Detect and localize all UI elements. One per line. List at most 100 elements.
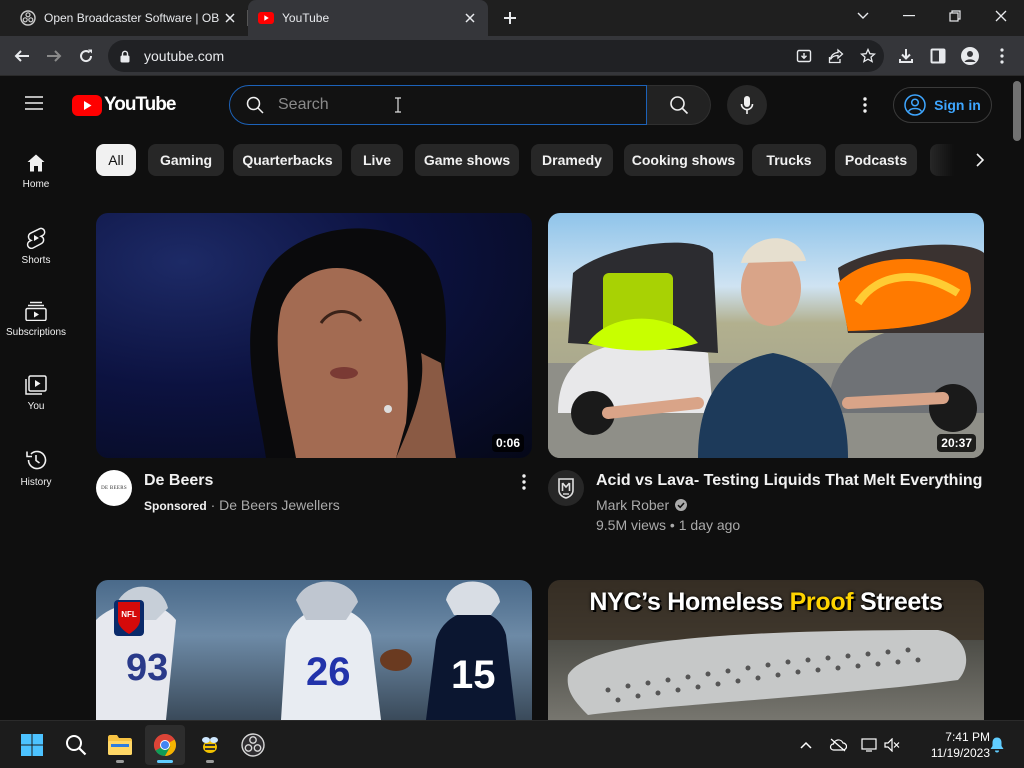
restore-button[interactable] <box>932 0 978 32</box>
sign-in-button[interactable]: Sign in <box>893 87 992 123</box>
search-icon <box>669 96 688 115</box>
side-panel-icon[interactable] <box>924 42 952 70</box>
address-bar[interactable]: youtube.com <box>108 40 884 72</box>
bookmark-star-icon[interactable] <box>852 42 884 70</box>
sidebar-item-shorts[interactable]: Shorts <box>0 207 72 277</box>
app-taskbar-button[interactable] <box>190 725 230 765</box>
filter-chip-bar: All Gaming Quarterbacks Live Game shows … <box>96 144 964 176</box>
sidebar-item-label: Home <box>22 179 50 190</box>
windows-logo-icon <box>21 734 43 756</box>
search-box[interactable] <box>229 85 647 125</box>
chip-podcasts[interactable]: Podcasts <box>835 144 917 176</box>
chrome-menu-icon[interactable] <box>988 42 1016 70</box>
network-icon[interactable] <box>858 721 882 768</box>
windows-taskbar: 7:41 PM 11/19/2023 <box>0 720 1024 768</box>
chrome-taskbar-button[interactable] <box>145 725 185 765</box>
ad-meta: Sponsored · De Beers Jewellers <box>144 497 340 513</box>
video-thumbnail[interactable]: 20:37 <box>548 213 984 458</box>
new-tab-button[interactable] <box>498 6 522 30</box>
taskbar-search-button[interactable] <box>56 725 96 765</box>
chip-all[interactable]: All <box>96 144 136 176</box>
home-icon <box>27 154 45 172</box>
youtube-logo-icon <box>72 94 102 116</box>
youtube-logo[interactable]: YouTube <box>72 93 176 117</box>
sidebar-item-home[interactable]: Home <box>0 133 72 203</box>
chips-next-button[interactable] <box>964 144 996 176</box>
downloads-icon[interactable] <box>892 42 920 70</box>
obs-taskbar-button[interactable] <box>233 725 273 765</box>
video-title[interactable]: De Beers <box>144 472 213 490</box>
video-thumbnail[interactable]: NYC’s Homeless Proof Streets <box>548 580 984 720</box>
tab-title: YouTube <box>282 11 330 25</box>
close-tab-icon[interactable] <box>460 8 480 28</box>
logo-wordmark: YouTube <box>104 94 176 115</box>
minimize-button[interactable] <box>886 0 932 32</box>
sidebar-item-history[interactable]: History <box>0 429 72 499</box>
share-icon[interactable] <box>820 42 852 70</box>
forward-button[interactable] <box>40 42 68 70</box>
show-hidden-icons-icon[interactable] <box>796 721 816 768</box>
avatar-text: DE BEERS <box>101 485 127 491</box>
nfl-logo-text: NFL <box>121 610 137 619</box>
file-explorer-button[interactable] <box>100 725 140 765</box>
advertiser-name[interactable]: De Beers Jewellers <box>219 497 340 513</box>
cloud-offline-icon[interactable] <box>826 721 850 768</box>
youtube-icon <box>258 10 274 26</box>
url-text[interactable]: youtube.com <box>144 48 788 64</box>
video-stats: 9.5M views • 1 day ago <box>596 517 741 533</box>
chip-quarterbacks[interactable]: Quarterbacks <box>233 144 342 176</box>
chip-dramedy[interactable]: Dramedy <box>531 144 613 176</box>
search-button[interactable] <box>647 85 711 125</box>
lock-icon[interactable] <box>120 50 134 63</box>
sidebar-item-label: You <box>27 401 45 412</box>
thumbnail-image <box>548 238 984 458</box>
chip-cooking-shows[interactable]: Cooking shows <box>624 144 743 176</box>
running-indicator <box>116 760 124 763</box>
chip-live[interactable]: Live <box>351 144 403 176</box>
sidebar-item-label: Subscriptions <box>5 327 67 338</box>
channel-name[interactable]: Mark Rober <box>596 497 669 513</box>
install-app-icon[interactable] <box>788 42 820 70</box>
running-indicator <box>206 760 214 763</box>
search-icon <box>246 96 266 114</box>
start-button[interactable] <box>12 725 52 765</box>
voice-search-button[interactable] <box>727 85 767 125</box>
sidebar-item-subscriptions[interactable]: Subscriptions <box>0 281 72 351</box>
tab-search-icon[interactable] <box>840 0 886 32</box>
close-window-button[interactable] <box>978 0 1024 32</box>
meta-separator: · <box>210 497 216 513</box>
volume-muted-icon[interactable] <box>882 721 902 768</box>
video-title[interactable]: Acid vs Lava- Testing Liquids That Melt … <box>596 472 982 490</box>
back-button[interactable] <box>8 42 36 70</box>
video-thumbnail[interactable]: 0:06 <box>96 213 532 458</box>
bee-app-icon <box>202 737 218 753</box>
sidebar-item-you[interactable]: You <box>0 355 72 425</box>
channel-row: Mark Rober <box>596 497 688 513</box>
chip-gaming[interactable]: Gaming <box>148 144 224 176</box>
tab-obs[interactable]: Open Broadcaster Software | OBS <box>0 0 248 36</box>
tab-youtube[interactable]: YouTube <box>248 0 488 36</box>
chip-trucks[interactable]: Trucks <box>752 144 826 176</box>
text-cursor-icon <box>394 97 402 113</box>
youtube-header: YouTube Sign in <box>0 77 1010 133</box>
more-actions-icon[interactable] <box>514 472 534 492</box>
chip-game-shows[interactable]: Game shows <box>415 144 519 176</box>
page-scrollbar[interactable] <box>1010 77 1024 720</box>
channel-avatar[interactable] <box>548 470 584 506</box>
system-clock[interactable]: 7:41 PM 11/19/2023 <box>906 729 990 761</box>
scrollbar-thumb[interactable] <box>1013 81 1021 141</box>
notification-bell-icon[interactable] <box>986 721 1008 768</box>
video-thumbnail[interactable]: NFL 93 26 15 <box>96 580 532 720</box>
sign-in-label: Sign in <box>934 97 981 113</box>
channel-avatar[interactable]: DE BEERS <box>96 470 132 506</box>
menu-icon[interactable] <box>24 95 48 115</box>
browser-toolbar: youtube.com <box>0 36 1024 76</box>
video-duration: 20:37 <box>937 434 976 452</box>
sponsored-label: Sponsored <box>144 499 207 513</box>
search-input[interactable] <box>278 96 578 114</box>
microphone-icon <box>740 96 754 114</box>
settings-more-icon[interactable] <box>855 95 875 115</box>
close-tab-icon[interactable] <box>220 8 240 28</box>
reload-button[interactable] <box>72 42 100 70</box>
profile-icon[interactable] <box>956 42 984 70</box>
